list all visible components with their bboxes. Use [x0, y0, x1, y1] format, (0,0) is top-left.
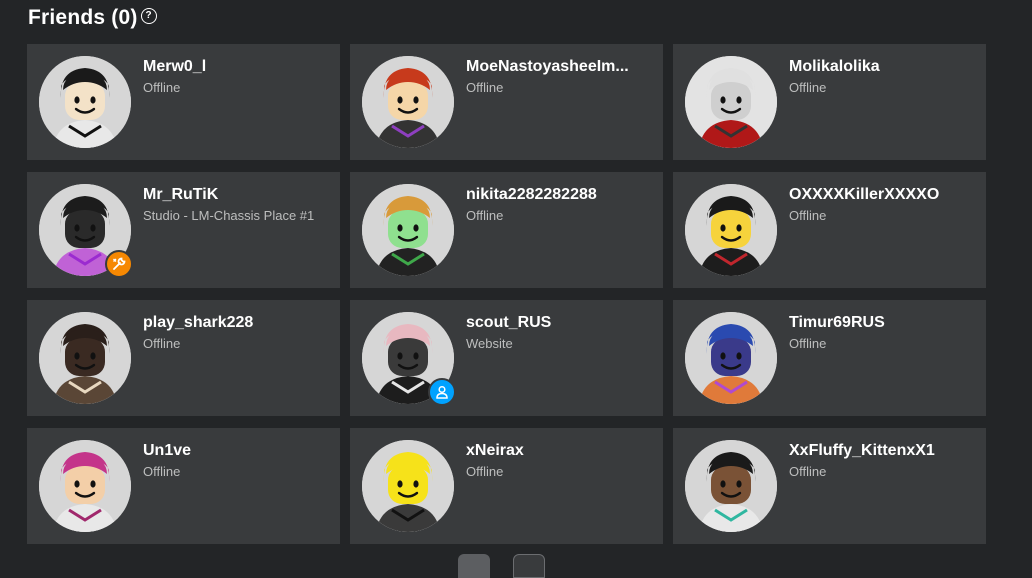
friend-status: Offline	[143, 336, 181, 351]
wrench-icon	[113, 257, 126, 270]
friend-info: nikita2282282288 Offline	[466, 185, 656, 225]
avatar-image	[362, 184, 454, 276]
friend-card[interactable]: play_shark228 Offline	[27, 300, 340, 416]
avatar[interactable]	[685, 56, 777, 148]
friend-name[interactable]: nikita2282282288	[466, 185, 656, 205]
friend-name[interactable]: Un1ve	[143, 441, 333, 461]
studio-presence-badge	[105, 250, 133, 278]
friend-name[interactable]: xNeirax	[466, 441, 656, 461]
friend-name[interactable]: OXXXXKillerXXXXO	[789, 185, 979, 205]
avatar-image	[685, 312, 777, 404]
friend-name[interactable]: Molikalolika	[789, 57, 979, 77]
next-page-button[interactable]	[513, 554, 545, 578]
friend-name[interactable]: MoeNastoyasheeIm...	[466, 57, 656, 77]
avatar-image	[39, 440, 131, 532]
friend-status: Offline	[466, 80, 504, 95]
friends-grid: Merw0_l Offline MoeNastoyasheeIm... Offline…	[27, 44, 986, 544]
avatar[interactable]	[685, 184, 777, 276]
friend-name[interactable]: scout_RUS	[466, 313, 656, 333]
friend-card[interactable]: Mr_RuTiK Studio - LM-Chassis Place #1	[27, 172, 340, 288]
friend-card[interactable]: OXXXXKillerXXXXO Offline	[673, 172, 986, 288]
section-header: Friends (0) ?	[28, 4, 157, 32]
avatar[interactable]	[39, 312, 131, 404]
friend-info: OXXXXKillerXXXXO Offline	[789, 185, 979, 225]
friend-card[interactable]: xNeirax Offline	[350, 428, 663, 544]
friend-card[interactable]: Un1ve Offline	[27, 428, 340, 544]
friend-info: Merw0_l Offline	[143, 57, 333, 97]
page-title: Friends (0)	[28, 6, 138, 29]
friend-info: MoeNastoyasheeIm... Offline	[466, 57, 656, 97]
friend-info: play_shark228 Offline	[143, 313, 333, 353]
friend-status: Studio - LM-Chassis Place #1	[143, 208, 315, 223]
friend-status: Offline	[143, 464, 181, 479]
friend-card[interactable]: Merw0_l Offline	[27, 44, 340, 160]
friend-name[interactable]: XxFluffy_KittenxX1	[789, 441, 979, 461]
avatar-image	[362, 56, 454, 148]
friend-name[interactable]: Timur69RUS	[789, 313, 979, 333]
friend-info: xNeirax Offline	[466, 441, 656, 481]
person-icon	[436, 385, 448, 399]
avatar[interactable]	[685, 440, 777, 532]
friend-card[interactable]: Timur69RUS Offline	[673, 300, 986, 416]
friend-card[interactable]: scout_RUS Website	[350, 300, 663, 416]
friend-status: Website	[466, 336, 513, 351]
friend-card[interactable]: MoeNastoyasheeIm... Offline	[350, 44, 663, 160]
friend-card[interactable]: Molikalolika Offline	[673, 44, 986, 160]
avatar-image	[39, 56, 131, 148]
friend-info: Timur69RUS Offline	[789, 313, 979, 353]
friend-name[interactable]: Merw0_l	[143, 57, 333, 77]
friend-info: Mr_RuTiK Studio - LM-Chassis Place #1	[143, 185, 333, 225]
friend-info: Un1ve Offline	[143, 441, 333, 481]
friend-status: Offline	[789, 464, 827, 479]
friend-info: Molikalolika Offline	[789, 57, 979, 97]
avatar-image	[362, 440, 454, 532]
friend-name[interactable]: Mr_RuTiK	[143, 185, 333, 205]
friend-name[interactable]: play_shark228	[143, 313, 333, 333]
friend-status: Offline	[789, 336, 827, 351]
friend-status: Offline	[466, 464, 504, 479]
help-icon[interactable]: ?	[140, 8, 157, 24]
avatar[interactable]	[39, 440, 131, 532]
friend-status: Offline	[466, 208, 504, 223]
avatar[interactable]	[39, 56, 131, 148]
avatar-image	[685, 440, 777, 532]
website-presence-badge	[428, 378, 456, 406]
avatar-image	[39, 312, 131, 404]
friend-status: Offline	[143, 80, 181, 95]
avatar[interactable]	[685, 312, 777, 404]
friend-info: XxFluffy_KittenxX1 Offline	[789, 441, 979, 481]
friend-status: Offline	[789, 80, 827, 95]
previous-page-button[interactable]	[458, 554, 490, 578]
avatar-image	[685, 184, 777, 276]
pagination	[458, 554, 545, 578]
friend-card[interactable]: nikita2282282288 Offline	[350, 172, 663, 288]
friend-status: Offline	[789, 208, 827, 223]
avatar[interactable]	[362, 184, 454, 276]
avatar-image	[685, 56, 777, 148]
friend-info: scout_RUS Website	[466, 313, 656, 353]
avatar[interactable]	[362, 56, 454, 148]
friend-card[interactable]: XxFluffy_KittenxX1 Offline	[673, 428, 986, 544]
avatar[interactable]	[362, 440, 454, 532]
